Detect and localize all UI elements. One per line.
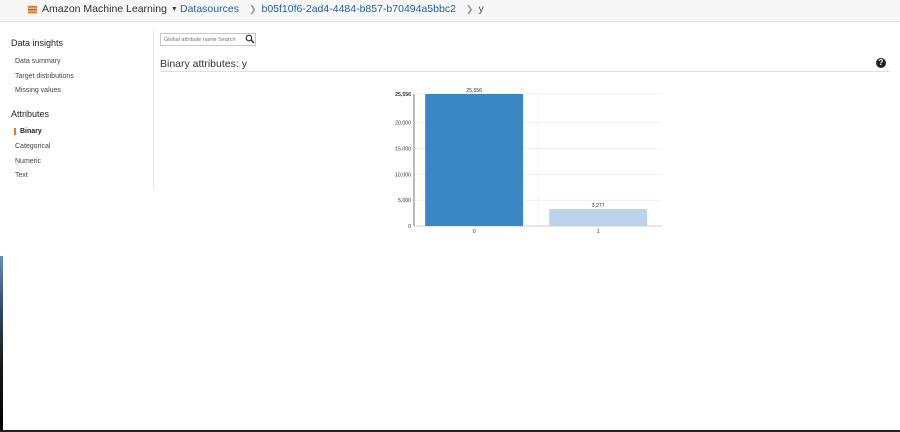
sidebar-item-binary[interactable]: Binary bbox=[14, 128, 42, 135]
sidebar-heading-data-insights: Data insights bbox=[11, 38, 64, 48]
title-divider bbox=[160, 71, 890, 72]
breadcrumb-current: y bbox=[478, 3, 484, 15]
breadcrumb-datasources[interactable]: Datasources bbox=[180, 3, 239, 15]
sidebar-item-missing-values[interactable]: Missing values bbox=[15, 87, 61, 94]
app-menu[interactable]: Amazon Machine Learning ▼ bbox=[27, 3, 178, 15]
y-tick-label: 0 bbox=[408, 224, 411, 230]
search-icon[interactable] bbox=[245, 34, 255, 44]
bar-1 bbox=[549, 209, 648, 226]
sidebar-item-numeric[interactable]: Numeric bbox=[15, 158, 41, 165]
sidebar-item-data-summary[interactable]: Data summary bbox=[15, 58, 61, 65]
caret-down-icon: ▼ bbox=[170, 5, 178, 13]
bar-0 bbox=[425, 94, 524, 226]
sidebar: Data insights Data summary Target distri… bbox=[0, 30, 154, 190]
y-tick-label: 10,000 bbox=[395, 172, 411, 178]
data-label: 25,556 bbox=[466, 88, 482, 94]
breadcrumb-datasource-id[interactable]: b05f10f6-2ad4-4484-b857-b70494a5bbc2 bbox=[262, 3, 456, 15]
question-circle-icon[interactable]: ? bbox=[876, 58, 886, 68]
x-tick-label: 0 bbox=[473, 229, 476, 235]
window-edge-strip bbox=[0, 256, 3, 432]
breadcrumb: Datasources ❯ b05f10f6-2ad4-4484-b857-b7… bbox=[180, 3, 484, 15]
chevron-right-icon: ❯ bbox=[248, 3, 257, 14]
top-bar: Amazon Machine Learning ▼ Datasources ❯ … bbox=[0, 0, 900, 22]
y-tick-label: 20,000 bbox=[395, 121, 411, 127]
page-title: Binary attributes: y bbox=[160, 58, 247, 70]
attribute-search-input[interactable] bbox=[160, 33, 256, 46]
y-tick-label: 5,000 bbox=[398, 198, 411, 204]
sidebar-item-text[interactable]: Text bbox=[15, 172, 28, 179]
sidebar-item-target-distributions[interactable]: Target distributions bbox=[15, 73, 74, 80]
y-tick-label: 25,556 bbox=[395, 92, 411, 98]
bar-chart-svg: 0 5,000 10,000 15,000 20,000 25,556 25,556 0 3,2… bbox=[395, 88, 662, 235]
amazon-ml-logo-icon bbox=[27, 5, 38, 13]
data-label: 3,277 bbox=[592, 203, 605, 209]
app-name: Amazon Machine Learning bbox=[42, 3, 167, 15]
sidebar-item-categorical[interactable]: Categorical bbox=[15, 143, 50, 150]
sidebar-heading-attributes: Attributes bbox=[11, 109, 50, 119]
x-tick-label: 1 bbox=[597, 229, 600, 235]
y-tick-label: 15,000 bbox=[395, 147, 411, 153]
binary-distribution-chart: 0 5,000 10,000 15,000 20,000 25,556 25,556 0 3,2… bbox=[380, 84, 670, 239]
chevron-right-icon: ❯ bbox=[465, 3, 474, 14]
